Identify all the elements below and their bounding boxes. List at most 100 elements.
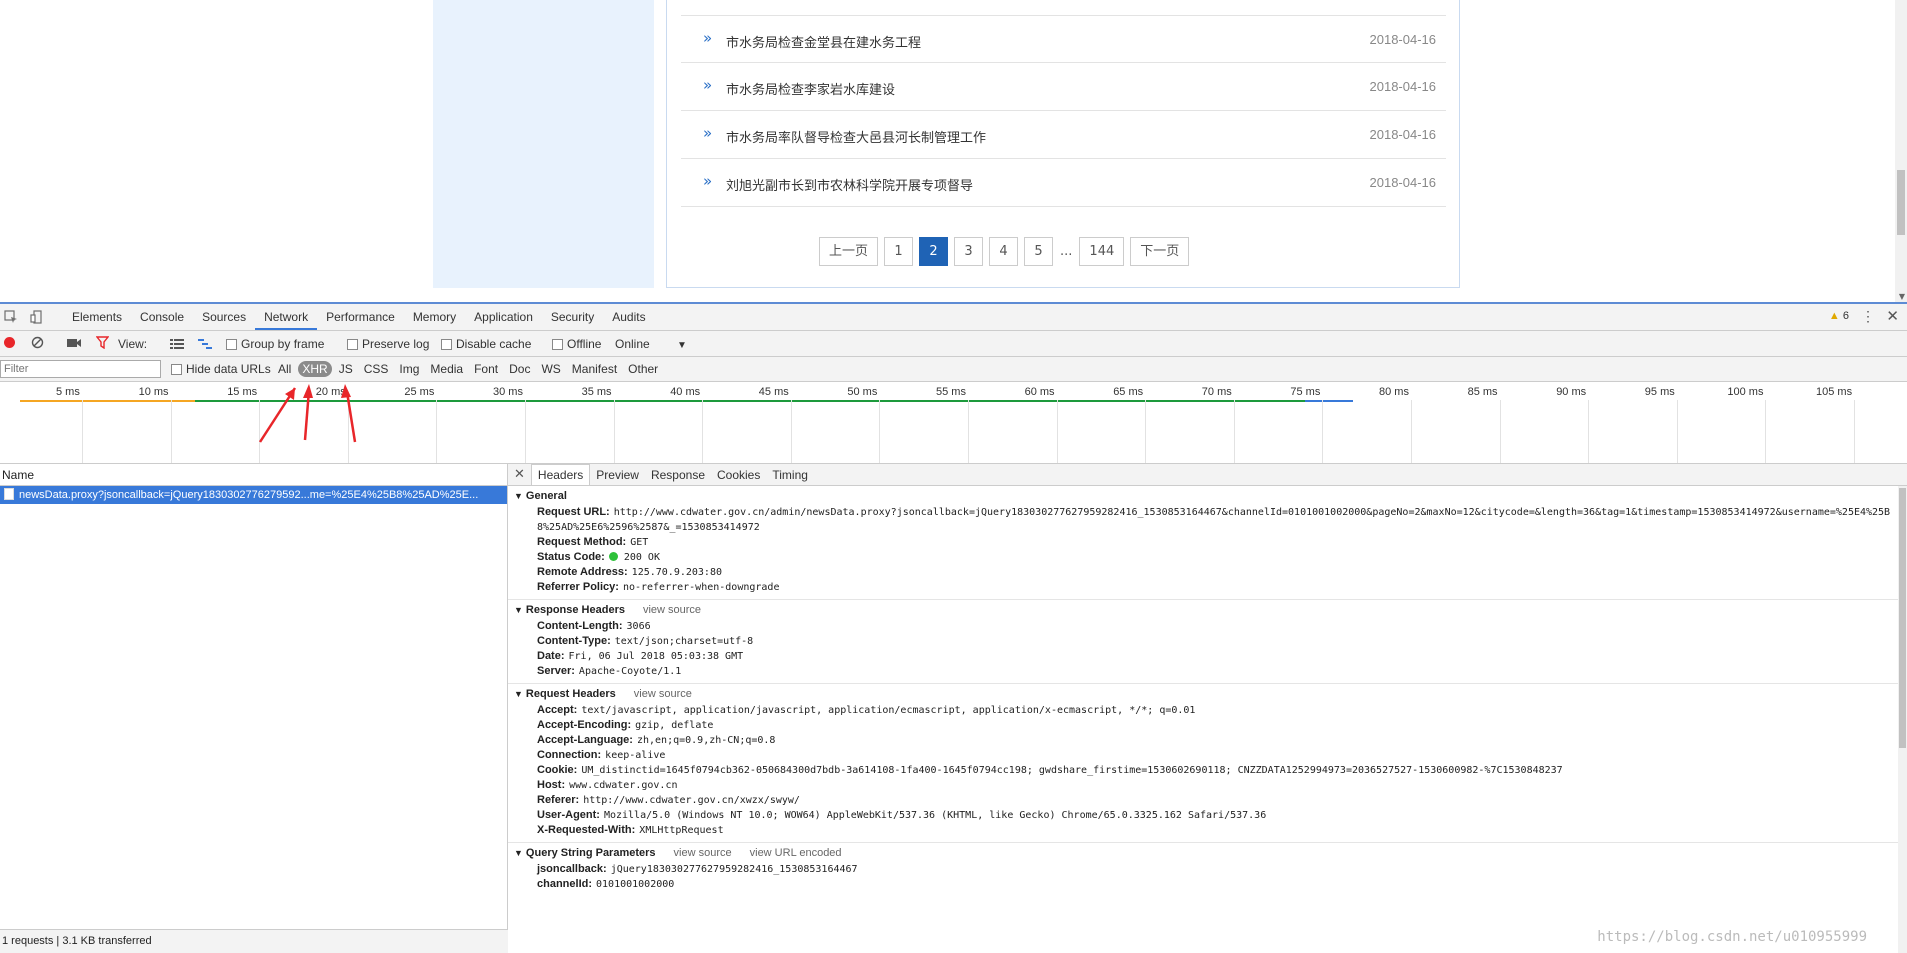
page-scroll-thumb[interactable]: [1897, 170, 1905, 235]
filter-font[interactable]: Font: [470, 361, 502, 377]
param-row: jsoncallback: jQuery183030277627959282416…: [508, 862, 1898, 877]
status-ok-dot-icon: [608, 552, 618, 561]
filter-img[interactable]: Img: [395, 361, 423, 377]
record-icon[interactable]: [3, 336, 16, 352]
detail-tabs: ✕ Headers Preview Response Cookies Timin…: [508, 464, 1907, 486]
page-button-4[interactable]: 4: [989, 237, 1019, 266]
status-summary: 1 requests | 3.1 KB transferred: [2, 935, 152, 947]
page-button-5[interactable]: 5: [1024, 237, 1054, 266]
name-column-header[interactable]: Name: [0, 464, 507, 486]
param-row: channelId: 0101001002000: [508, 877, 1898, 892]
filter-ws[interactable]: WS: [537, 361, 564, 377]
detail-scroll-thumb[interactable]: [1899, 488, 1906, 748]
header-value: zh,en;q=0.9,zh-CN;q=0.8: [636, 735, 776, 746]
disable-cache-checkbox[interactable]: Disable cache: [441, 337, 531, 351]
news-title[interactable]: 刘旭光副市长到市农林科学院开展专项督导: [726, 175, 973, 194]
filter-input[interactable]: [0, 360, 161, 378]
request-detail-panel: ✕ Headers Preview Response Cookies Timin…: [508, 464, 1907, 953]
preserve-log-label: Preserve log: [362, 337, 430, 351]
view-url-encoded-link[interactable]: view URL encoded: [750, 847, 842, 859]
page-scrollbar[interactable]: ▼: [1895, 0, 1907, 302]
response-headers-header[interactable]: ▼ Response Headers view source: [508, 602, 1898, 619]
header-row: Accept: text/javascript, application/java…: [508, 703, 1898, 718]
tab-security[interactable]: Security: [542, 304, 603, 330]
query-params-header[interactable]: ▼ Query String Parameters view source view …: [508, 845, 1898, 862]
detail-scrollbar[interactable]: [1898, 486, 1907, 953]
scroll-down-arrow-icon[interactable]: ▼: [1899, 292, 1905, 301]
view-source-link[interactable]: view source: [634, 688, 692, 700]
next-page-button[interactable]: 下一页: [1130, 237, 1190, 266]
page-button-3[interactable]: 3: [954, 237, 984, 266]
double-chevron-right-icon: »: [703, 124, 713, 142]
request-row[interactable]: newsData.proxy?jsoncallback=jQuery183030…: [0, 486, 507, 504]
query-params-title: Query String Parameters: [525, 847, 656, 859]
tab-cookies[interactable]: Cookies: [711, 465, 766, 485]
tab-console[interactable]: Console: [131, 304, 193, 330]
tab-memory[interactable]: Memory: [404, 304, 465, 330]
header-value: GET: [630, 537, 649, 548]
warning-count-badge[interactable]: ▲ 6: [1829, 310, 1849, 322]
news-title[interactable]: 市水务局检查金堂县在建水务工程: [726, 32, 921, 51]
tab-network[interactable]: Network: [255, 304, 318, 330]
response-headers-title: Response Headers: [525, 604, 625, 616]
tab-headers[interactable]: Headers: [530, 464, 591, 485]
news-item[interactable]: » 市水务局检查金堂县在建水务工程 2018-04-16: [681, 15, 1446, 63]
timeline-tick-label: 85 ms: [1467, 386, 1498, 398]
close-devtools-icon[interactable]: ✕: [1886, 307, 1899, 325]
tab-application[interactable]: Application: [465, 304, 542, 330]
device-toolbar-icon[interactable]: [30, 310, 44, 324]
name-column-label: Name: [2, 468, 35, 482]
warning-count: 6: [1842, 310, 1849, 322]
view-source-link[interactable]: view source: [674, 847, 732, 859]
page-button-2-current[interactable]: 2: [919, 237, 949, 266]
last-page-button[interactable]: 144: [1079, 237, 1125, 266]
tab-performance[interactable]: Performance: [317, 304, 404, 330]
tab-response[interactable]: Response: [645, 465, 711, 485]
header-value: Mozilla/5.0 (Windows NT 10.0; WOW64) App…: [603, 810, 1267, 821]
page-button-1[interactable]: 1: [884, 237, 914, 266]
view-source-link[interactable]: view source: [643, 604, 701, 616]
clear-icon[interactable]: [31, 336, 44, 352]
screenshot-camera-icon[interactable]: [67, 337, 81, 351]
timeline-gridline: [879, 400, 881, 463]
large-rows-icon[interactable]: [170, 338, 184, 352]
more-options-icon[interactable]: ⋮: [1861, 308, 1875, 325]
tab-preview[interactable]: Preview: [590, 465, 645, 485]
preserve-log-checkbox[interactable]: Preserve log: [347, 337, 429, 351]
tab-timing[interactable]: Timing: [766, 465, 814, 485]
news-date: 2018-04-16: [1369, 79, 1437, 94]
general-section-header[interactable]: ▼ General: [508, 488, 1898, 505]
tab-elements[interactable]: Elements: [63, 304, 131, 330]
timeline-tick-label: 55 ms: [936, 386, 966, 398]
pagination: 上一页 1 2 3 4 5 ... 144 下一页: [819, 237, 1190, 266]
tab-audits[interactable]: Audits: [603, 304, 654, 330]
news-item[interactable]: » 刘旭光副市长到市农林科学院开展专项督导 2018-04-16: [681, 159, 1446, 207]
news-item[interactable]: » 市水务局检查李家岩水库建设 2018-04-16: [681, 63, 1446, 111]
request-headers-header[interactable]: ▼ Request Headers view source: [508, 686, 1898, 703]
news-title[interactable]: 市水务局检查李家岩水库建设: [726, 79, 895, 98]
header-key: Server:: [537, 665, 575, 677]
response-headers-section: ▼ Response Headers view source Content-Len…: [508, 600, 1898, 684]
filter-other[interactable]: Other: [624, 361, 662, 377]
offline-checkbox[interactable]: Offline: [552, 337, 601, 351]
throttling-select[interactable]: Online ▼: [615, 337, 687, 351]
news-item[interactable]: » 市水务局率队督导检查大邑县河长制管理工作 2018-04-16: [681, 111, 1446, 159]
timeline-gridline: [1854, 400, 1855, 463]
header-key: Status Code:: [537, 551, 605, 563]
prev-page-button[interactable]: 上一页: [819, 237, 879, 266]
close-detail-icon[interactable]: ✕: [512, 466, 531, 485]
news-title[interactable]: 市水务局率队督导检查大邑县河长制管理工作: [726, 127, 986, 146]
group-by-frame-checkbox[interactable]: Group by frame: [226, 337, 324, 351]
filter-funnel-icon[interactable]: [95, 336, 110, 352]
header-key: Date:: [537, 650, 565, 662]
checkbox-icon: [226, 339, 237, 350]
waterfall-overview-icon[interactable]: [198, 338, 212, 352]
header-key: Cookie:: [537, 764, 578, 776]
view-label: View:: [118, 337, 148, 351]
filter-doc[interactable]: Doc: [505, 361, 534, 377]
expand-triangle-icon: ▼: [514, 848, 523, 858]
tab-sources[interactable]: Sources: [193, 304, 255, 330]
inspect-element-icon[interactable]: [4, 310, 18, 324]
filter-media[interactable]: Media: [426, 361, 467, 377]
filter-manifest[interactable]: Manifest: [568, 361, 621, 377]
